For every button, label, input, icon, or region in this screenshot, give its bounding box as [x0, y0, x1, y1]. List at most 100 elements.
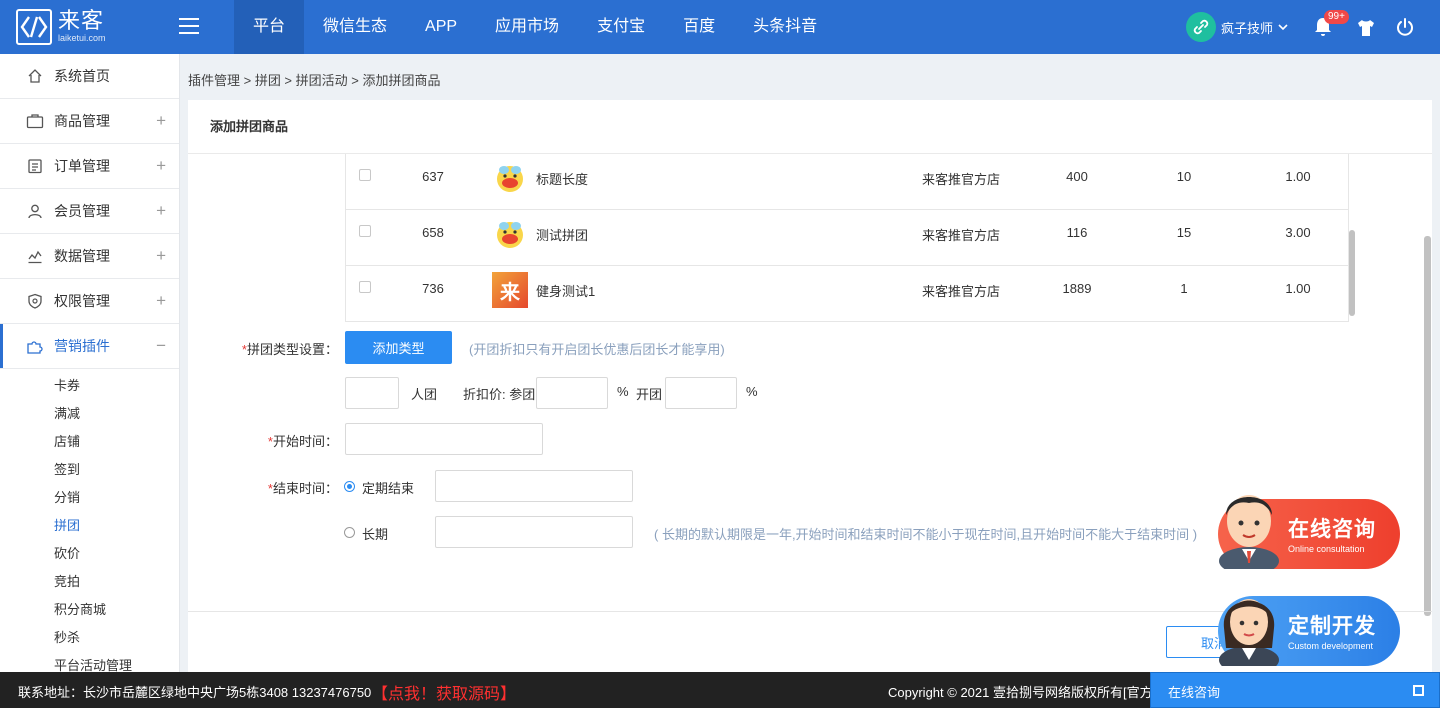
member-discount-input[interactable] [536, 377, 608, 409]
notification-badge: 99+ [1324, 10, 1349, 24]
shirt-icon[interactable] [1356, 18, 1376, 38]
online-chat-bar[interactable]: 在线咨询 [1150, 672, 1440, 708]
sidebar-subitem-signin[interactable]: 签到 [0, 456, 179, 484]
leader-label: 开团 [636, 387, 663, 402]
end-long-radio[interactable] [344, 527, 355, 538]
nav-item-baidu[interactable]: 百度 [664, 0, 734, 54]
sidebar-subitem-bargain[interactable]: 砍价 [0, 540, 179, 568]
product-shop: 来客推官方店 [922, 228, 1001, 243]
product-thumbnail: 来 [492, 272, 528, 308]
link-avatar-icon [1186, 12, 1216, 42]
top-nav: 平台 微信生态 APP 应用市场 支付宝 百度 头条抖音 [234, 0, 836, 54]
table-row[interactable]: 637 标题长度 来客推官方店 400 10 1.00 [346, 154, 1348, 210]
sidebar-item-orders[interactable]: 订单管理 + [0, 144, 179, 189]
table-row[interactable]: 736 来 健身测试1 来客推官方店 1889 1 1.00 [346, 266, 1348, 322]
online-consult-title: 在线咨询 [1288, 518, 1376, 541]
product-name: 标题长度 [536, 172, 589, 187]
online-consult-subtitle: Online consultation [1288, 544, 1365, 554]
product-stock: 10 [1176, 169, 1192, 184]
online-chat-label: 在线咨询 [1168, 685, 1221, 700]
user-menu[interactable]: 疯子技师 [1186, 12, 1289, 42]
footer-address: 联系地址：长沙市岳麓区绿地中央广场5栋3408 13237476750 [18, 685, 372, 700]
table-row[interactable]: 658 测试拼团 来客推官方店 116 15 3.00 [346, 210, 1348, 266]
get-source-link[interactable]: 【点我！获取源码】 [372, 680, 516, 704]
expand-icon[interactable]: + [156, 201, 166, 221]
puzzle-icon [26, 337, 44, 355]
expand-icon[interactable]: + [156, 246, 166, 266]
logo-subtitle: laiketui.com [58, 33, 106, 43]
online-consult-badge[interactable]: 在线咨询 Online consultation [1218, 495, 1400, 569]
nav-item-wechat[interactable]: 微信生态 [304, 0, 406, 54]
add-type-button[interactable]: 添加类型 [345, 331, 452, 364]
product-thumbnail-text: 来 [500, 281, 520, 304]
sidebar-subitem-group-buy[interactable]: 拼团 [0, 512, 179, 540]
page-scrollbar[interactable] [1424, 236, 1431, 616]
sidebar-item-marketing[interactable]: 营销插件 − [0, 324, 179, 369]
sidebar-item-label: 会员管理 [54, 203, 110, 219]
product-table: 637 标题长度 来客推官方店 400 10 1.00 658 测试拼团 来客推… [345, 154, 1349, 322]
row-checkbox[interactable] [359, 281, 371, 293]
sidebar-subitem-distribution[interactable]: 分销 [0, 484, 179, 512]
nav-item-app[interactable]: APP [406, 0, 476, 54]
end-long-label: 长期 [362, 527, 389, 542]
start-time-input[interactable] [345, 423, 543, 455]
nav-item-toutiao[interactable]: 头条抖音 [734, 0, 836, 54]
bag-icon [26, 112, 44, 130]
custom-development-badge[interactable]: 定制开发 Custom development [1218, 596, 1400, 666]
product-id: 637 [422, 169, 444, 184]
expand-icon[interactable]: + [156, 156, 166, 176]
row-checkbox[interactable] [359, 169, 371, 181]
percent-sign: % [617, 384, 629, 399]
percent-sign: % [746, 384, 758, 399]
leader-discount-input[interactable] [665, 377, 737, 409]
home-icon [26, 67, 44, 85]
long-time-input[interactable] [435, 516, 633, 548]
product-duck-thumbnail-icon [497, 166, 523, 192]
power-icon[interactable] [1396, 17, 1414, 37]
group-size-input[interactable] [345, 377, 399, 409]
product-name: 测试拼团 [536, 228, 589, 243]
sidebar-item-goods[interactable]: 商品管理 + [0, 99, 179, 144]
sidebar-subitem-coupon[interactable]: 卡券 [0, 372, 179, 400]
collapse-icon[interactable]: − [156, 336, 166, 356]
row-checkbox[interactable] [359, 225, 371, 237]
long-term-hint: ( 长期的默认期限是一年,开始时间和结束时间不能小于现在时间,且开始时间不能大于… [654, 527, 1198, 542]
sidebar-item-label: 商品管理 [54, 113, 110, 129]
nav-item-alipay[interactable]: 支付宝 [578, 0, 664, 54]
table-scrollbar[interactable] [1349, 230, 1355, 316]
maximize-icon[interactable] [1413, 685, 1424, 696]
sidebar-item-data[interactable]: 数据管理 + [0, 234, 179, 279]
hamburger-menu-icon[interactable] [179, 18, 199, 34]
sidebar-subitem-auction[interactable]: 竞拍 [0, 568, 179, 596]
end-fixed-radio[interactable] [344, 481, 355, 492]
sidebar-item-members[interactable]: 会员管理 + [0, 189, 179, 234]
logo-title: 来客 [58, 8, 105, 33]
top-bar: 来客 laiketui.com 平台 微信生态 APP 应用市场 支付宝 百度 … [0, 0, 1440, 54]
order-icon [26, 157, 44, 175]
sidebar-item-home[interactable]: 系统首页 [0, 54, 179, 99]
service-man-icon [1219, 495, 1279, 569]
logo[interactable]: 来客 laiketui.com [16, 8, 106, 46]
chart-icon [26, 247, 44, 265]
sidebar-item-permissions[interactable]: 权限管理 + [0, 279, 179, 324]
sidebar-subitem-seckill[interactable]: 秒杀 [0, 624, 179, 652]
nav-item-platform[interactable]: 平台 [234, 0, 305, 54]
sidebar-subitem-store[interactable]: 店铺 [0, 428, 179, 456]
product-weight: 1.00 [1285, 169, 1311, 184]
nav-item-app-market[interactable]: 应用市场 [476, 0, 578, 54]
product-stock: 15 [1176, 225, 1192, 240]
sidebar-subitem-platform-activity[interactable]: 平台活动管理 [0, 652, 179, 672]
footer-copyright: Copyright © 2021 壹拾捌号网络版权所有[官方 [888, 685, 1150, 700]
custom-development-subtitle: Custom development [1288, 641, 1374, 651]
sidebar: 系统首页 商品管理 + 订单管理 + 会员管理 + 数据管理 + 权限管理 + … [0, 54, 180, 672]
expand-icon[interactable]: + [156, 111, 166, 131]
user-name: 疯子技师 [1221, 20, 1274, 36]
sidebar-subitem-points-mall[interactable]: 积分商城 [0, 596, 179, 624]
sidebar-subitem-fullcut[interactable]: 满减 [0, 400, 179, 428]
end-fixed-label: 定期结束 [362, 481, 415, 496]
product-shop: 来客推官方店 [922, 172, 1001, 187]
expand-icon[interactable]: + [156, 291, 166, 311]
group-type-label: *拼团类型设置： [241, 342, 338, 357]
end-time-input[interactable] [435, 470, 633, 502]
product-price: 1889 [1062, 281, 1092, 296]
